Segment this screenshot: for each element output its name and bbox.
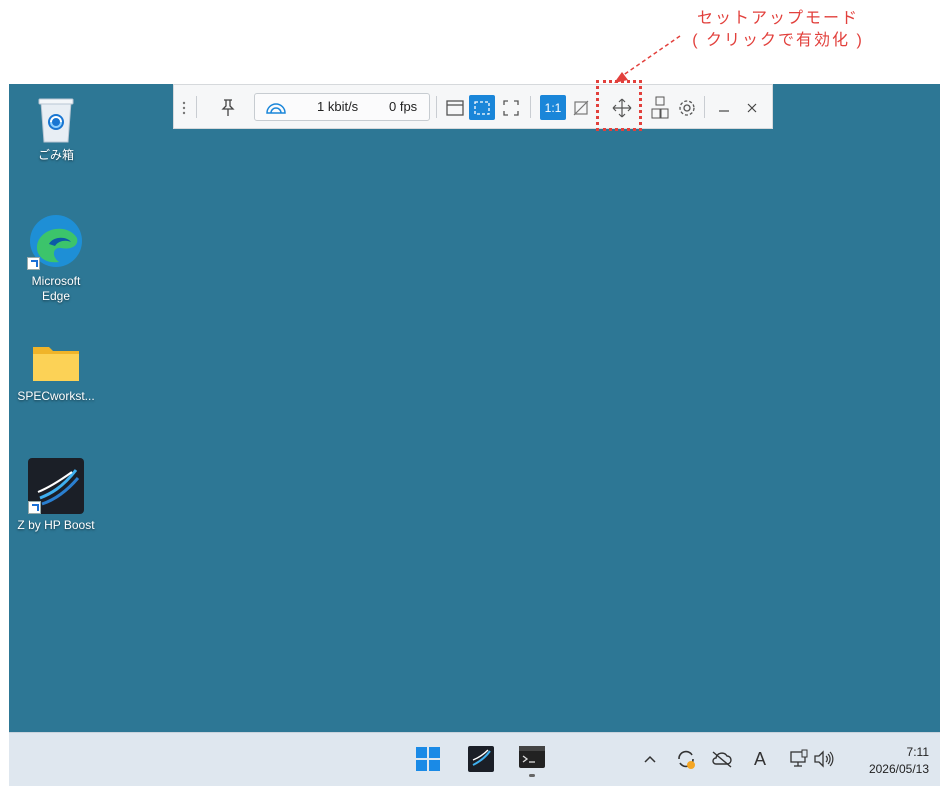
actual-size-button[interactable]: 1:1 bbox=[540, 95, 566, 120]
z-by-hp-boost-icon bbox=[28, 458, 84, 514]
desktop-icon-z-by-hp-boost[interactable]: Z by HP Boost bbox=[14, 458, 98, 533]
annotation-line2: ( クリックで有効化 ) bbox=[692, 32, 864, 49]
connection-stats: 1 kbit/s 0 fps bbox=[254, 93, 430, 121]
toolbar-divider bbox=[530, 96, 531, 118]
annotation: セットアップモード ( クリックで有効化 ) bbox=[668, 8, 888, 52]
terminal-taskbar-icon[interactable] bbox=[519, 746, 545, 783]
annotation-line1: セットアップモード bbox=[696, 10, 859, 27]
desktop[interactable] bbox=[9, 84, 940, 732]
desktop-icon-label: ごみ箱 bbox=[37, 148, 74, 162]
shortcut-arrow-icon bbox=[27, 257, 40, 270]
setup-mode-highlight bbox=[596, 80, 642, 131]
desktop-icon-label: SPECworkst... bbox=[17, 389, 95, 403]
settings-icon[interactable] bbox=[674, 85, 700, 130]
desktop-icon-edge[interactable]: Microsoft Edge bbox=[14, 212, 98, 304]
toolbar-divider bbox=[436, 96, 437, 118]
z-by-hp-boost-taskbar-icon[interactable] bbox=[468, 746, 494, 777]
keyboard-layout-icon[interactable] bbox=[648, 85, 672, 130]
clock-time: 7:11 bbox=[906, 745, 929, 759]
start-button[interactable] bbox=[416, 747, 440, 776]
actual-size-label: 1:1 bbox=[544, 100, 562, 115]
close-icon[interactable] bbox=[740, 85, 764, 130]
desktop-icon-label: Z by HP Boost bbox=[17, 518, 95, 532]
shortcut-arrow-icon bbox=[28, 501, 41, 514]
drag-handle-icon[interactable] bbox=[178, 85, 190, 130]
desktop-icon-folder[interactable]: SPECworkst... bbox=[14, 341, 98, 404]
edge-icon bbox=[27, 212, 85, 270]
desktop-icon-label-line1: Microsoft bbox=[31, 274, 81, 288]
minimize-icon[interactable] bbox=[712, 85, 736, 130]
desktop-icon-label-line2: Edge bbox=[41, 289, 71, 303]
fit-screen-icon[interactable] bbox=[469, 95, 495, 120]
chevron-up-icon[interactable] bbox=[643, 752, 657, 771]
sync-icon[interactable] bbox=[675, 748, 697, 775]
clock[interactable]: 7:11 2026/05/13 bbox=[869, 744, 929, 778]
bandwidth-label: 1 kbit/s bbox=[317, 99, 359, 114]
toolbar-divider bbox=[196, 96, 197, 118]
fullscreen-icon[interactable] bbox=[498, 85, 524, 130]
window-mode-icon[interactable] bbox=[442, 85, 468, 130]
network-icon[interactable] bbox=[789, 749, 809, 774]
volume-icon[interactable] bbox=[813, 750, 835, 773]
pin-icon[interactable] bbox=[214, 85, 242, 130]
recycle-bin-icon bbox=[36, 94, 76, 144]
remote-toolbar: 1 kbit/s 0 fps 1:1 bbox=[173, 84, 773, 129]
fps-label: 0 fps bbox=[389, 99, 418, 114]
toolbar-divider bbox=[704, 96, 705, 118]
no-scale-icon[interactable] bbox=[568, 85, 594, 130]
desktop-icon-recycle-bin[interactable]: ごみ箱 bbox=[14, 94, 98, 163]
ime-icon[interactable]: A bbox=[754, 749, 766, 770]
cloud-off-icon[interactable] bbox=[711, 750, 733, 773]
clock-date: 2026/05/13 bbox=[868, 762, 929, 776]
folder-icon bbox=[31, 341, 81, 385]
connection-speed-icon bbox=[265, 99, 287, 120]
